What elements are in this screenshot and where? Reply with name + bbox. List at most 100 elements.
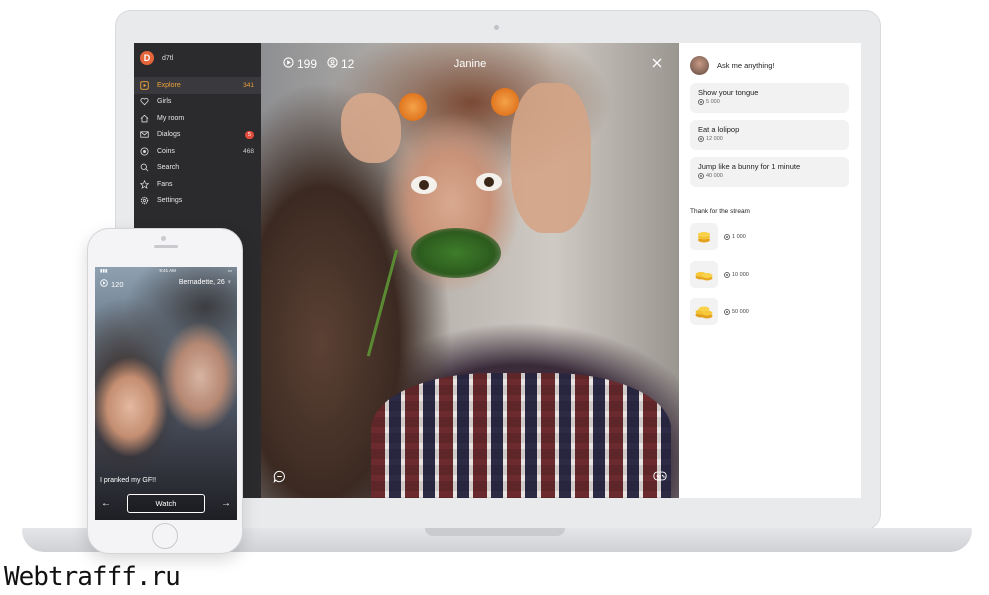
request-price: 5 000 <box>698 99 841 105</box>
phone-caption: I pranked my GF!! <box>100 477 157 484</box>
coin-icon <box>698 136 704 142</box>
gift-item[interactable]: 10 000 <box>690 261 749 288</box>
coin-icon <box>698 99 704 105</box>
sidebar-item-fans[interactable]: Fans <box>134 176 261 193</box>
coin-icon <box>724 271 730 278</box>
watch-button[interactable]: Watch <box>127 494 205 513</box>
eye-left <box>411 176 437 194</box>
request-label: Show your tongue <box>698 88 759 97</box>
gift-price-value: 1 000 <box>732 233 746 240</box>
sidebar-item-girls[interactable]: Girls <box>134 94 261 111</box>
sidebar-item-coins[interactable]: Coins 468 <box>134 143 261 160</box>
laptop-screen: D d7tl Explore 341 Girls My room Dialogs… <box>134 43 861 498</box>
sidebar-item-label: Coins <box>157 147 175 155</box>
request-label: Eat a lolipop <box>698 125 740 134</box>
gift-coins-small-icon <box>690 223 718 250</box>
stream-title: Janine <box>453 58 487 70</box>
request-price-value: 12 000 <box>706 136 723 142</box>
thank-title: Thank for the stream <box>690 208 750 215</box>
gift-price-value: 10 000 <box>732 271 749 278</box>
search-icon <box>139 163 149 173</box>
phone-camera <box>161 236 166 241</box>
phone-speaker <box>154 245 178 248</box>
dill-mustache <box>411 228 501 278</box>
gamepad-icon[interactable] <box>653 468 667 486</box>
sidebar-item-label: Girls <box>157 98 172 106</box>
sidebar-item-my-room[interactable]: My room <box>134 110 261 127</box>
request-item[interactable]: Eat a lolipop 12 000 <box>690 120 849 150</box>
carrot-slice-left <box>399 93 427 121</box>
coin-icon <box>724 308 730 315</box>
live-video-stream[interactable]: 199 12 Janine <box>261 43 679 498</box>
request-price-value: 40 000 <box>706 173 723 179</box>
battery-icon: ▭ <box>227 268 232 273</box>
coin-icon <box>724 233 730 240</box>
sidebar-item-dialogs[interactable]: Dialogs 5 <box>134 127 261 144</box>
arrow-left-icon[interactable]: ← <box>101 498 111 509</box>
signal-icon: ▮▮▮ <box>100 268 108 273</box>
sidebar-item-label: My room <box>157 114 185 122</box>
device-mockup-stage: D d7tl Explore 341 Girls My room Dialogs… <box>0 0 989 595</box>
sidebar-item-count: 468 <box>243 147 254 155</box>
gear-icon <box>139 196 149 206</box>
unread-badge: 5 <box>245 130 254 139</box>
request-item[interactable]: Show your tongue 5 000 <box>690 83 849 113</box>
user-profile[interactable]: D d7tl <box>140 51 173 65</box>
plaid-shirt <box>371 373 671 498</box>
video-hand-right <box>511 83 591 233</box>
sidebar-item-settings[interactable]: Settings <box>134 193 261 210</box>
request-price: 12 000 <box>698 136 841 142</box>
dill-stem <box>366 249 399 357</box>
star-icon <box>139 179 149 189</box>
gift-price: 10 000 <box>724 271 749 278</box>
phone-viewers-stat: 120 <box>100 279 124 289</box>
streamer-avatar <box>690 56 709 75</box>
sidebar-item-label: Settings <box>157 197 183 205</box>
gift-price-value: 50 000 <box>732 308 749 315</box>
gift-item[interactable]: 1 000 <box>690 223 746 250</box>
gift-price: 50 000 <box>724 308 749 315</box>
video-hand-left <box>341 93 401 163</box>
home-icon <box>139 113 149 123</box>
status-time: 9:41 AM <box>159 268 176 273</box>
viewers-icon <box>100 279 108 289</box>
heart-icon <box>139 97 149 107</box>
play-square-icon <box>139 80 149 90</box>
phone-mockup: ▮▮▮ 9:41 AM ▭ 120 Bernadette, 26 ♀ I pra… <box>87 228 243 554</box>
avatar[interactable]: D <box>140 51 154 65</box>
phone-home-button <box>152 523 178 549</box>
coin-icon <box>698 173 704 179</box>
phone-screen: ▮▮▮ 9:41 AM ▭ 120 Bernadette, 26 ♀ I pra… <box>95 267 237 520</box>
gift-item[interactable]: 50 000 <box>690 298 749 325</box>
status-bar: ▮▮▮ 9:41 AM ▭ <box>95 267 237 275</box>
request-label: Jump like a bunny for 1 minute <box>698 162 801 171</box>
gift-price: 1 000 <box>724 233 746 240</box>
laptop-camera <box>494 25 499 30</box>
phone-streamer-name: Bernadette, 26 ♀ <box>178 279 232 286</box>
gift-coins-medium-icon <box>690 261 718 288</box>
gift-coins-large-icon <box>690 298 718 325</box>
sidebar-item-label: Dialogs <box>157 131 181 139</box>
username: d7tl <box>162 54 174 62</box>
close-icon[interactable] <box>652 55 662 71</box>
mail-icon <box>139 130 149 140</box>
request-item[interactable]: Jump like a bunny for 1 minute 40 000 <box>690 157 849 187</box>
watermark: Webtrafff.ru <box>4 562 181 592</box>
sidebar-item-label: Search <box>157 164 180 172</box>
sidebar-item-label: Fans <box>157 180 173 188</box>
laptop-notch <box>425 528 565 536</box>
video-header: 199 12 Janine <box>261 43 679 83</box>
coin-icon <box>139 146 149 156</box>
requests-panel: Ask me anything! Show your tongue 5 000 … <box>679 43 861 498</box>
arrow-right-icon[interactable]: → <box>221 498 231 509</box>
sidebar-item-label: Explore <box>157 81 181 89</box>
request-price: 40 000 <box>698 173 841 179</box>
request-price-value: 5 000 <box>706 99 720 105</box>
sidebar-item-explore[interactable]: Explore 341 <box>134 77 261 94</box>
ask-header: Ask me anything! <box>690 56 775 75</box>
eye-right <box>476 173 502 191</box>
sidebar-item-search[interactable]: Search <box>134 160 261 177</box>
ask-title: Ask me anything! <box>717 61 775 70</box>
chat-icon[interactable] <box>273 470 286 488</box>
sidebar-item-count: 341 <box>243 81 254 89</box>
